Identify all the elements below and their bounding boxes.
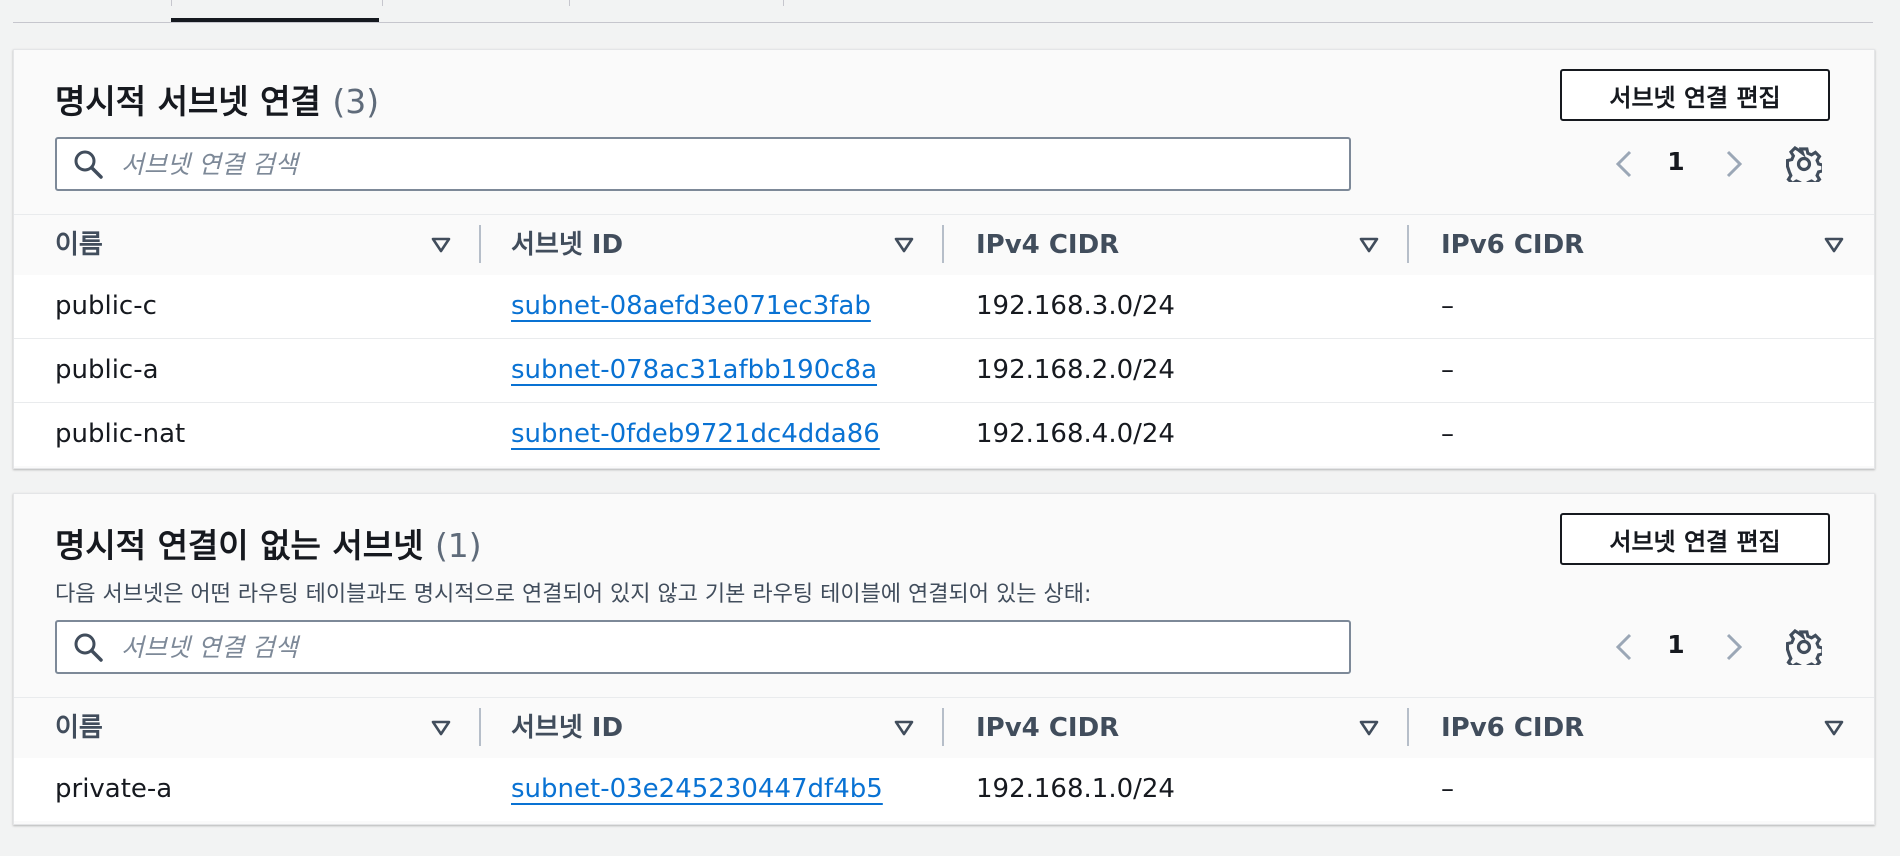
sort-caret-down-icon[interactable] — [1359, 237, 1379, 253]
panel-count: (1) — [434, 526, 482, 565]
cell-ipv4-cidr: 192.168.2.0/24 — [976, 355, 1175, 385]
column-divider[interactable] — [479, 708, 481, 746]
tab-subnet-associations[interactable] — [171, 0, 379, 22]
tab-divider — [382, 0, 383, 6]
column-header-name[interactable]: 이름 — [55, 698, 103, 758]
subnets-without-explicit-associations-panel: 명시적 연결이 없는 서브넷 (1) 다음 서브넷은 어떤 라우팅 테이블과도 … — [13, 493, 1875, 825]
tab-divider — [569, 0, 570, 6]
search-icon — [74, 633, 103, 662]
search-input[interactable] — [121, 632, 1321, 662]
table-row[interactable]: public-c subnet-08aefd3e071ec3fab 192.16… — [14, 275, 1874, 339]
cell-ipv6-cidr: – — [1441, 355, 1454, 385]
search-input-container[interactable] — [55, 137, 1351, 191]
panel-count: (3) — [332, 82, 380, 121]
column-divider[interactable] — [1407, 225, 1409, 263]
page-number[interactable]: 1 — [1664, 630, 1688, 659]
cell-ipv4-cidr: 192.168.3.0/24 — [976, 291, 1175, 321]
tab-divider — [171, 0, 172, 6]
pagination: 1 — [1604, 137, 1744, 191]
cell-subnet-id: subnet-0fdeb9721dc4dda86 — [511, 403, 880, 466]
cell-name: public-nat — [55, 419, 186, 449]
panel-description: 다음 서브넷은 어떤 라우팅 테이블과도 명시적으로 연결되어 있지 않고 기본… — [55, 582, 1092, 607]
sort-caret-down-icon[interactable] — [1824, 720, 1844, 736]
cell-ipv6-cidr: – — [1441, 774, 1454, 804]
sort-caret-down-icon[interactable] — [1824, 237, 1844, 253]
column-header-ipv6-cidr[interactable]: IPv6 CIDR — [1441, 698, 1584, 758]
search-input-container[interactable] — [55, 620, 1351, 674]
cell-ipv6-cidr: – — [1441, 291, 1454, 321]
cell-ipv6-cidr: – — [1441, 419, 1454, 449]
chevron-right-icon[interactable] — [1722, 632, 1746, 662]
chevron-left-icon[interactable] — [1612, 632, 1636, 662]
cell-name: private-a — [55, 774, 173, 804]
sort-caret-down-icon[interactable] — [894, 237, 914, 253]
cell-subnet-id: subnet-08aefd3e071ec3fab — [511, 275, 871, 338]
column-divider[interactable] — [942, 708, 944, 746]
table-header: 이름 서브넷 ID IPv4 CIDR IPv6 CIDR — [14, 214, 1874, 276]
table-row[interactable]: public-nat subnet-0fdeb9721dc4dda86 192.… — [14, 403, 1874, 466]
column-header-name[interactable]: 이름 — [55, 215, 103, 275]
search-icon — [74, 150, 103, 179]
tab-divider — [783, 0, 784, 6]
gear-icon[interactable] — [1786, 146, 1822, 182]
cell-subnet-id: subnet-078ac31afbb190c8a — [511, 339, 877, 402]
subnet-id-link[interactable]: subnet-078ac31afbb190c8a — [511, 355, 877, 385]
page-number[interactable]: 1 — [1664, 147, 1688, 176]
tab-strip — [13, 0, 1873, 23]
subnet-id-link[interactable]: subnet-03e245230447df4b5 — [511, 774, 883, 804]
gear-icon[interactable] — [1786, 629, 1822, 665]
pagination: 1 — [1604, 620, 1744, 674]
search-input[interactable] — [121, 149, 1321, 179]
table-row[interactable]: public-a subnet-078ac31afbb190c8a 192.16… — [14, 339, 1874, 403]
cell-ipv4-cidr: 192.168.1.0/24 — [976, 774, 1175, 804]
column-header-subnet-id[interactable]: 서브넷 ID — [511, 698, 623, 758]
sort-caret-down-icon[interactable] — [431, 720, 451, 736]
column-header-ipv4-cidr[interactable]: IPv4 CIDR — [976, 215, 1119, 275]
table-row[interactable]: private-a subnet-03e245230447df4b5 192.1… — [14, 758, 1874, 821]
cell-subnet-id: subnet-03e245230447df4b5 — [511, 758, 883, 821]
sort-caret-down-icon[interactable] — [431, 237, 451, 253]
cell-name: public-c — [55, 291, 157, 321]
column-divider[interactable] — [942, 225, 944, 263]
column-header-subnet-id[interactable]: 서브넷 ID — [511, 215, 623, 275]
column-header-ipv4-cidr[interactable]: IPv4 CIDR — [976, 698, 1119, 758]
chevron-right-icon[interactable] — [1722, 149, 1746, 179]
column-header-ipv6-cidr[interactable]: IPv6 CIDR — [1441, 215, 1584, 275]
table-header: 이름 서브넷 ID IPv4 CIDR IPv6 CIDR — [14, 697, 1874, 759]
column-divider[interactable] — [479, 225, 481, 263]
panel-title: 명시적 연결이 없는 서브넷 (1) — [55, 526, 482, 565]
chevron-left-icon[interactable] — [1612, 149, 1636, 179]
column-divider[interactable] — [1407, 708, 1409, 746]
sort-caret-down-icon[interactable] — [1359, 720, 1379, 736]
cell-ipv4-cidr: 192.168.4.0/24 — [976, 419, 1175, 449]
subnet-id-link[interactable]: subnet-0fdeb9721dc4dda86 — [511, 419, 880, 449]
subnet-id-link[interactable]: subnet-08aefd3e071ec3fab — [511, 291, 871, 321]
panel-title: 명시적 서브넷 연결 (3) — [55, 82, 380, 121]
edit-subnet-associations-button[interactable]: 서브넷 연결 편집 — [1560, 69, 1830, 121]
sort-caret-down-icon[interactable] — [894, 720, 914, 736]
explicit-subnet-associations-panel: 명시적 서브넷 연결 (3) 서브넷 연결 편집 1 이름 서브넷 ID — [13, 49, 1875, 469]
cell-name: public-a — [55, 355, 159, 385]
edit-subnet-associations-button[interactable]: 서브넷 연결 편집 — [1560, 513, 1830, 565]
